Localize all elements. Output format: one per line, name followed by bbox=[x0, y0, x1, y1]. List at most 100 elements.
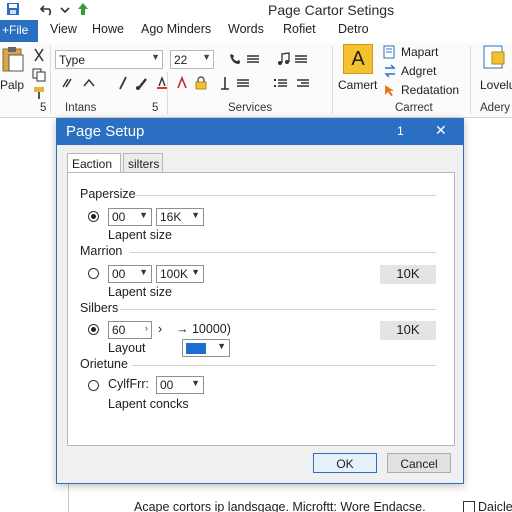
tab-panel: Papersize 00 ▼ 16K ▼ Lapent size Marrion… bbox=[67, 172, 455, 446]
layout-color-select[interactable]: ▼ bbox=[182, 339, 230, 357]
marrion-value: 10K bbox=[380, 265, 436, 284]
paste-label[interactable]: Palp bbox=[0, 78, 24, 92]
title-bar: Page Cartor Setings bbox=[0, 0, 512, 20]
checkbox[interactable] bbox=[463, 501, 475, 512]
help-button[interactable]: 1 bbox=[397, 124, 404, 138]
redatation-label[interactable]: Redatation bbox=[401, 83, 459, 97]
close-icon[interactable]: ✕ bbox=[435, 122, 447, 139]
section-divider bbox=[134, 195, 436, 196]
chevron-down-icon: ▼ bbox=[217, 341, 226, 351]
styles-a-icon[interactable]: A bbox=[343, 44, 373, 74]
silbers-range-text: → 10000) bbox=[176, 322, 231, 336]
replace-icon[interactable] bbox=[383, 64, 397, 78]
intans-group-launcher[interactable]: 5 bbox=[152, 102, 158, 114]
lines-icon[interactable] bbox=[236, 76, 250, 90]
document-text-line: Acape cortors ip landsgage. Microftt: Wo… bbox=[134, 500, 426, 512]
select-value: 00 bbox=[112, 267, 126, 281]
mapart-label[interactable]: Mapart bbox=[401, 45, 438, 59]
color-swatch bbox=[186, 343, 206, 354]
section-divider bbox=[120, 309, 436, 310]
chevron-down-icon: ▼ bbox=[202, 52, 211, 62]
dialog-title-bar[interactable]: Page Setup 1 ✕ bbox=[57, 119, 463, 145]
marrion-radio[interactable] bbox=[88, 268, 99, 279]
tab-howe[interactable]: Howe bbox=[92, 22, 124, 36]
chevron-right-icon: › bbox=[145, 323, 148, 333]
tab-detro[interactable]: Detro bbox=[338, 22, 369, 36]
ribbon-tabs: +File View Howe Ago Minders Words Rofiet… bbox=[0, 20, 512, 42]
cancel-button[interactable]: Cancel bbox=[387, 453, 451, 473]
separator bbox=[167, 72, 168, 114]
italic-icon[interactable] bbox=[60, 76, 74, 90]
dialog-title: Page Setup bbox=[66, 123, 145, 140]
marrion-caption: Lapent size bbox=[108, 285, 172, 299]
music-icon[interactable] bbox=[276, 52, 290, 66]
pen-icon[interactable] bbox=[116, 76, 130, 90]
tab-file[interactable]: +File bbox=[0, 20, 38, 42]
select-value: 100K bbox=[160, 267, 189, 281]
section-divider bbox=[132, 365, 436, 366]
lock-icon[interactable] bbox=[194, 76, 208, 90]
strike-icon[interactable] bbox=[82, 76, 96, 90]
font-size-combo[interactable]: 22 ▼ bbox=[170, 50, 214, 69]
section-divider bbox=[130, 252, 436, 253]
copy-icon[interactable] bbox=[32, 68, 46, 82]
document-icon[interactable] bbox=[482, 44, 506, 70]
brush-icon[interactable] bbox=[135, 76, 149, 90]
orietune-radio[interactable] bbox=[88, 380, 99, 391]
document-text-trailing: Daicle bbox=[478, 500, 512, 512]
list-icon[interactable] bbox=[246, 52, 260, 66]
chevron-down-icon: ▼ bbox=[139, 267, 148, 277]
font-a-icon[interactable] bbox=[176, 76, 190, 90]
dropdown-icon[interactable] bbox=[58, 2, 72, 16]
marrion-heading: Marrion bbox=[80, 244, 123, 258]
align-icon[interactable] bbox=[294, 52, 308, 66]
text-cursor-icon[interactable] bbox=[218, 76, 232, 90]
chevron-down-icon: ▼ bbox=[139, 210, 148, 220]
papersize-radio[interactable] bbox=[88, 211, 99, 222]
separator bbox=[470, 46, 471, 114]
cut-icon[interactable] bbox=[32, 48, 46, 62]
orietune-radio-label: CylfFrr: bbox=[108, 377, 149, 391]
adgret-label[interactable]: Adgret bbox=[401, 64, 436, 78]
marrion-select-1[interactable]: 00 ▼ bbox=[108, 265, 152, 283]
tab-eaction[interactable]: Eaction bbox=[67, 153, 121, 173]
arrow-up-icon[interactable] bbox=[76, 2, 90, 16]
orietune-select[interactable]: 00 ▼ bbox=[156, 376, 204, 394]
silbers-select-1[interactable]: 60 › bbox=[108, 321, 152, 339]
silbers-radio[interactable] bbox=[88, 324, 99, 335]
layout-caption: Layout bbox=[108, 341, 146, 355]
select-icon[interactable] bbox=[383, 83, 397, 97]
chevron-down-icon: ▼ bbox=[191, 267, 200, 277]
tab-view[interactable]: View bbox=[50, 22, 77, 36]
phone-icon[interactable] bbox=[228, 52, 242, 66]
ok-button[interactable]: OK bbox=[313, 453, 377, 473]
camert-label[interactable]: Camert bbox=[338, 78, 377, 92]
papersize-select-2[interactable]: 16K ▼ bbox=[156, 208, 204, 226]
page-setup-dialog: Page Setup 1 ✕ Eaction silters Papersize… bbox=[56, 118, 464, 484]
marrion-select-2[interactable]: 100K ▼ bbox=[156, 265, 204, 283]
find-icon[interactable] bbox=[383, 45, 397, 59]
tab-ago-minders[interactable]: Ago Minders bbox=[141, 22, 211, 36]
papersize-select-1[interactable]: 00 ▼ bbox=[108, 208, 152, 226]
separator bbox=[50, 46, 51, 114]
orietune-heading: Orietune bbox=[80, 357, 128, 371]
save-icon[interactable] bbox=[6, 2, 20, 16]
papersize-caption: Lapent size bbox=[108, 228, 172, 242]
paste-icon[interactable] bbox=[2, 46, 24, 72]
format-painter-icon[interactable] bbox=[32, 86, 46, 100]
window-title: Page Cartor Setings bbox=[268, 2, 395, 18]
lovelu-label[interactable]: Lovelu bbox=[480, 78, 512, 92]
tab-silters[interactable]: silters bbox=[123, 153, 163, 173]
tab-rofiet[interactable]: Rofiet bbox=[283, 22, 316, 36]
numbered-list-icon[interactable] bbox=[274, 76, 288, 90]
tab-words[interactable]: Words bbox=[228, 22, 264, 36]
font-name-combo[interactable]: Type ▼ bbox=[55, 50, 163, 69]
select-value: 00 bbox=[160, 378, 174, 392]
adery-group-label: Adery bbox=[480, 102, 511, 114]
separator bbox=[332, 46, 333, 114]
select-value: 16K bbox=[160, 210, 182, 224]
silbers-heading: Silbers bbox=[80, 301, 119, 315]
indent-icon[interactable] bbox=[296, 76, 310, 90]
undo-icon[interactable] bbox=[40, 2, 54, 16]
select-value: 60 bbox=[112, 323, 126, 337]
